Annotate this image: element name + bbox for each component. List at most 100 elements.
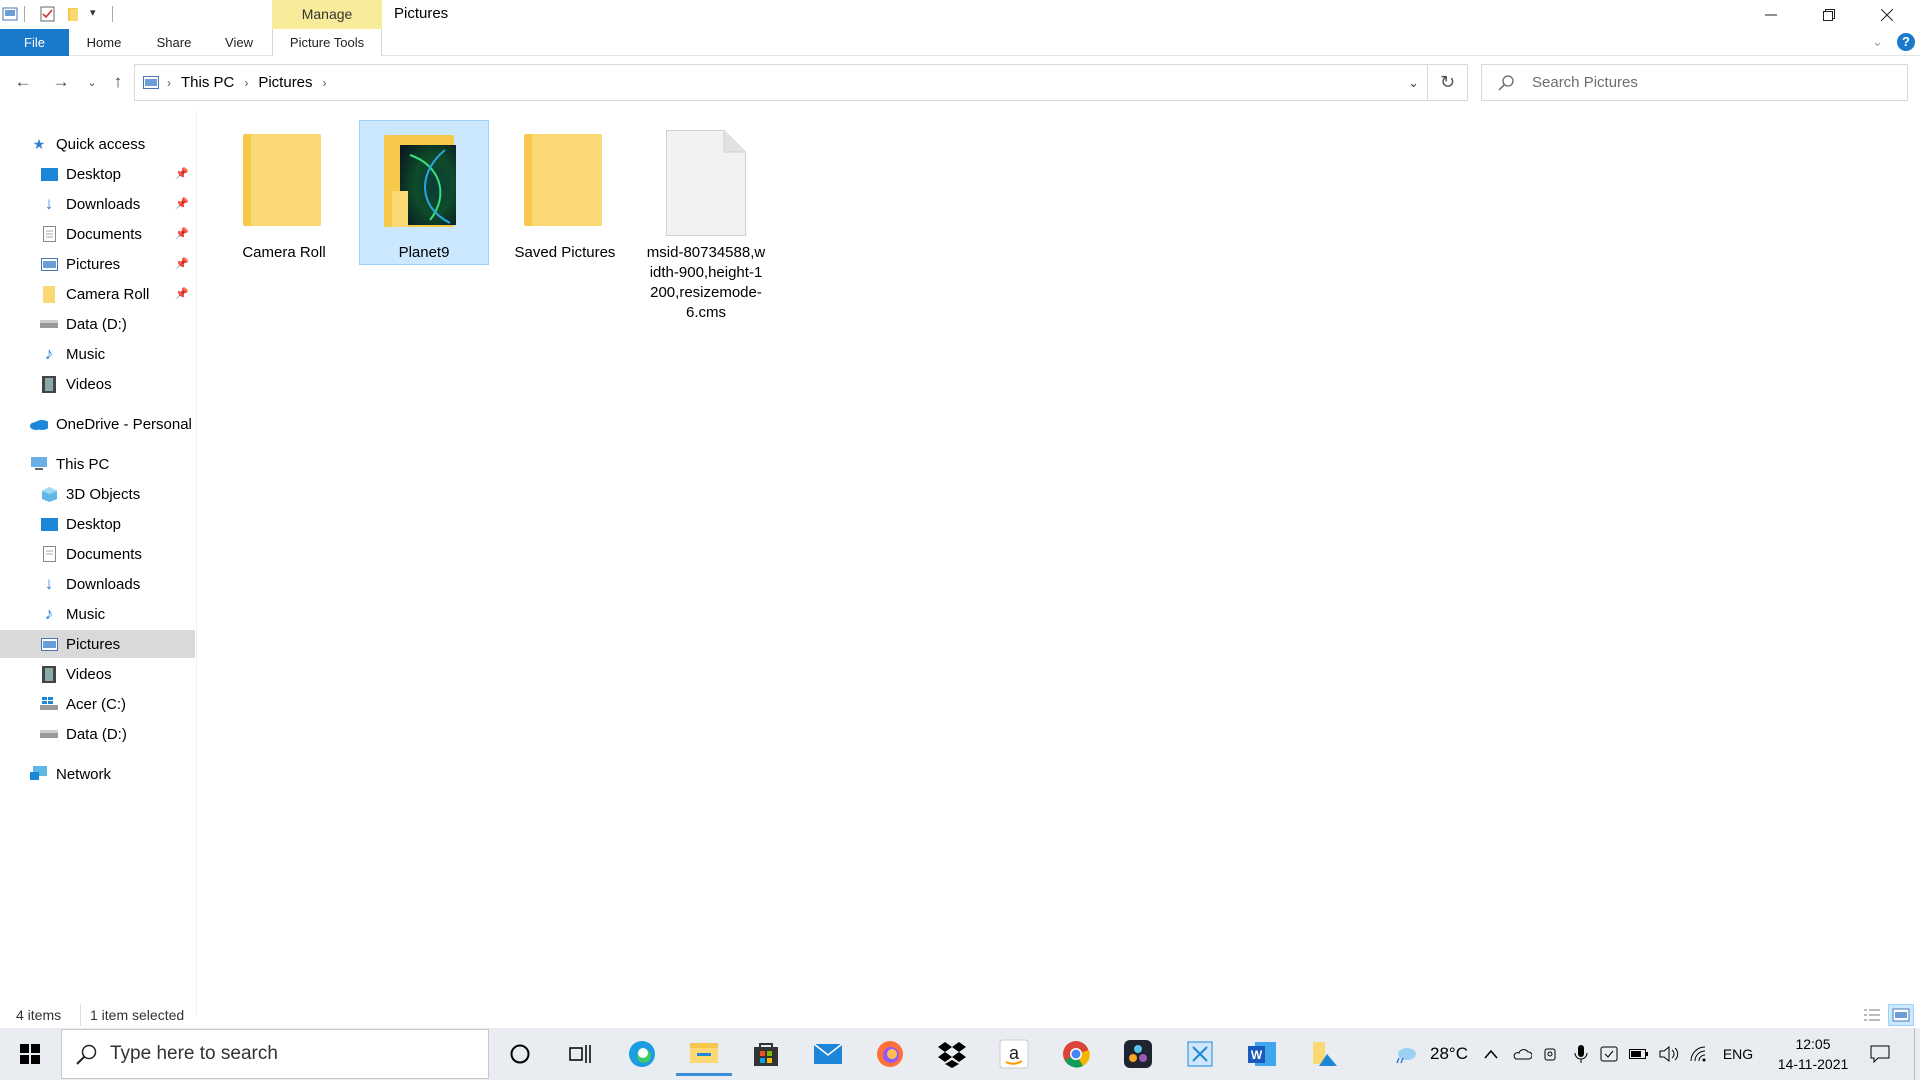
onedrive-tray-button[interactable]	[1508, 1028, 1536, 1080]
notifications-button[interactable]	[1862, 1028, 1898, 1080]
sidebar-item-onedrive[interactable]: OneDrive - Personal	[0, 410, 195, 438]
clock-button[interactable]: 12:05 14-11-2021	[1768, 1028, 1858, 1080]
qat-customize-icon[interactable]: ▾	[90, 6, 96, 19]
start-button[interactable]	[0, 1028, 60, 1080]
up-button[interactable]: ↑	[106, 70, 130, 94]
large-icons-view-button[interactable]	[1888, 1004, 1914, 1026]
refresh-button[interactable]: ↻	[1428, 64, 1468, 101]
breadcrumb-separator-icon[interactable]: ›	[240, 76, 252, 90]
word-button[interactable]: W	[1234, 1032, 1290, 1076]
sidebar-item-pictures-pc[interactable]: Pictures	[0, 630, 195, 658]
file-name-line: 6.cms	[685, 304, 726, 321]
show-hidden-icons-button[interactable]	[1480, 1028, 1502, 1080]
sidebar-item-data-d[interactable]: Data (D:)	[0, 310, 195, 338]
sidebar-item-this-pc[interactable]: This PC	[0, 450, 195, 478]
tab-home[interactable]: Home	[84, 29, 124, 56]
music-icon: ♪	[44, 344, 54, 363]
search-box[interactable]: Search Pictures	[1481, 64, 1908, 101]
breadcrumb-separator-icon[interactable]: ›	[319, 76, 331, 90]
sidebar-item-desktop[interactable]: Desktop 📌	[0, 160, 195, 188]
address-history-dropdown[interactable]: ⌄	[1408, 65, 1419, 100]
pin-icon[interactable]: 📌	[175, 287, 189, 300]
pin-icon[interactable]: 📌	[175, 257, 189, 270]
device-button[interactable]	[1596, 1028, 1622, 1080]
restore-button[interactable]	[1800, 0, 1858, 29]
sidebar-item-desktop-pc[interactable]: Desktop	[0, 510, 195, 538]
meet-now-button[interactable]	[1538, 1028, 1564, 1080]
sidebar-item-music-pc[interactable]: ♪ Music	[0, 600, 195, 628]
edge-button[interactable]	[614, 1032, 670, 1076]
ribbon-expand-icon[interactable]: ⌄	[1872, 34, 1883, 50]
amazon-button[interactable]: a	[986, 1032, 1042, 1076]
store-button[interactable]	[738, 1032, 794, 1076]
weather-button[interactable]	[1386, 1028, 1426, 1080]
sidebar-item-label: Music	[66, 345, 106, 363]
sidebar-item-camera-roll[interactable]: Camera Roll 📌	[0, 280, 195, 308]
sidebar-item-videos[interactable]: Videos	[0, 370, 195, 398]
davinci-resolve-button[interactable]	[1110, 1032, 1166, 1076]
network-tray-button[interactable]	[1686, 1028, 1712, 1080]
address-bar[interactable]: › This PC › Pictures › ⌄	[134, 64, 1428, 101]
file-explorer-button[interactable]	[676, 1032, 732, 1076]
taskbar-search-box[interactable]: Type here to search	[61, 1029, 489, 1079]
sidebar-item-network[interactable]: Network	[0, 760, 195, 788]
sidebar-item-downloads-pc[interactable]: ↓ Downloads	[0, 570, 195, 598]
details-view-button[interactable]	[1862, 1006, 1882, 1024]
language-indicator[interactable]: ENG	[1718, 1028, 1758, 1080]
tab-share[interactable]: Share	[154, 29, 194, 56]
forward-button[interactable]: →	[49, 70, 73, 94]
sidebar-item-videos-pc[interactable]: Videos	[0, 660, 195, 688]
download-icon: ↓	[44, 194, 54, 213]
pane-divider[interactable]	[196, 110, 197, 1015]
chrome-button[interactable]	[1048, 1032, 1104, 1076]
new-folder-icon[interactable]	[66, 6, 82, 22]
star-icon: ★	[32, 135, 46, 152]
details-view-icon	[1864, 1009, 1880, 1021]
properties-icon[interactable]	[40, 6, 56, 22]
window-title: Pictures	[394, 5, 449, 22]
battery-button[interactable]	[1626, 1028, 1652, 1080]
sidebar-item-music[interactable]: ♪ Music	[0, 340, 195, 368]
back-button[interactable]: ←	[11, 70, 35, 94]
help-icon[interactable]: ?	[1897, 33, 1915, 51]
sidebar-item-downloads[interactable]: ↓ Downloads 📌	[0, 190, 195, 218]
search-placeholder[interactable]: Search Pictures	[1532, 74, 1638, 91]
show-desktop-button[interactable]	[1914, 1028, 1920, 1080]
task-view-button[interactable]	[552, 1032, 608, 1076]
sidebar-item-documents-pc[interactable]: Documents	[0, 540, 195, 568]
breadcrumb-this-pc[interactable]: This PC	[175, 74, 240, 91]
folder-planet9[interactable]: Planet9	[359, 120, 489, 265]
folder-camera-roll[interactable]: Camera Roll	[219, 120, 349, 265]
cortana-button[interactable]	[492, 1032, 548, 1076]
pin-icon[interactable]: 📌	[175, 167, 189, 180]
photos-button[interactable]	[1296, 1032, 1352, 1076]
sidebar-item-label: Acer (C:)	[66, 695, 126, 713]
volume-button[interactable]	[1656, 1028, 1682, 1080]
file-msid-cms[interactable]: msid-80734588,w idth-900,height-1 200,re…	[641, 120, 771, 330]
sidebar-item-label: Network	[56, 765, 112, 783]
sidebar-item-pictures[interactable]: Pictures 📌	[0, 250, 195, 278]
manage-contextual-tab[interactable]: Manage	[272, 0, 382, 29]
tab-view[interactable]: View	[222, 29, 256, 56]
minimize-button[interactable]	[1742, 0, 1800, 29]
mail-button[interactable]	[800, 1032, 856, 1076]
tab-file[interactable]: File	[0, 29, 69, 56]
firefox-button[interactable]	[862, 1032, 918, 1076]
snipping-tool-button[interactable]	[1172, 1032, 1228, 1076]
sidebar-item-quick-access[interactable]: ★ Quick access	[0, 130, 195, 158]
taskbar-search-placeholder[interactable]: Type here to search	[110, 1043, 278, 1065]
breadcrumb-pictures[interactable]: Pictures	[252, 74, 318, 91]
folder-saved-pictures[interactable]: Saved Pictures	[500, 120, 630, 265]
pin-icon[interactable]: 📌	[175, 197, 189, 210]
recent-locations-button[interactable]: ⌄	[80, 70, 104, 94]
sidebar-item-acer-c[interactable]: Acer (C:)	[0, 690, 195, 718]
sidebar-item-data-d-pc[interactable]: Data (D:)	[0, 720, 195, 748]
tab-picture-tools[interactable]: Picture Tools	[272, 29, 382, 56]
sidebar-item-documents[interactable]: Documents 📌	[0, 220, 195, 248]
dropbox-button[interactable]	[924, 1032, 980, 1076]
pin-icon[interactable]: 📌	[175, 227, 189, 240]
microphone-button[interactable]	[1568, 1028, 1594, 1080]
weather-temperature[interactable]: 28°C	[1424, 1028, 1474, 1080]
sidebar-item-3d-objects[interactable]: 3D Objects	[0, 480, 195, 508]
close-button[interactable]	[1858, 0, 1916, 29]
